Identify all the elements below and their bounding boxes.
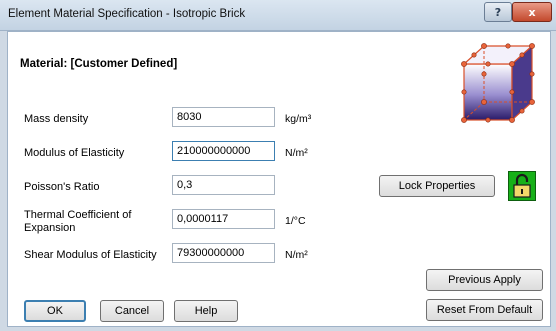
title-bar[interactable]: Element Material Specification - Isotrop… (0, 0, 556, 31)
shear-modulus-label: Shear Modulus of Elasticity (24, 249, 157, 261)
previous-apply-button[interactable]: Previous Apply (426, 269, 543, 291)
cancel-button[interactable]: Cancel (100, 300, 164, 322)
title-help-button[interactable]: ? (484, 2, 512, 22)
modulus-elasticity-label: Modulus of Elasticity (24, 147, 125, 159)
ok-button[interactable]: OK (24, 300, 86, 322)
mass-density-label: Mass density (24, 113, 89, 125)
dialog-body: Material: [Customer Defined] Mass densit… (7, 31, 551, 327)
brick-element-graphic (461, 43, 535, 123)
modulus-elasticity-input[interactable]: 210000000000 (172, 141, 275, 161)
thermal-coefficient-label: Thermal Coefficient of Expansion (24, 209, 132, 234)
shear-modulus-input[interactable]: 79300000000 (172, 243, 275, 263)
shear-modulus-unit: N/m² (285, 249, 308, 261)
window-title: Element Material Specification - Isotrop… (8, 8, 246, 20)
reset-from-default-button[interactable]: Reset From Default (426, 299, 543, 321)
thermal-coefficient-unit: 1/°C (285, 215, 306, 227)
mass-density-input[interactable]: 8030 (172, 107, 275, 127)
lock-properties-button[interactable]: Lock Properties (379, 175, 495, 197)
poissons-ratio-input[interactable]: 0,3 (172, 175, 275, 195)
brick-element-icon (458, 40, 538, 126)
thermal-coefficient-input[interactable]: 0,0000117 (172, 209, 275, 229)
poissons-ratio-label: Poisson's Ratio (24, 181, 100, 193)
modulus-elasticity-unit: N/m² (285, 147, 308, 159)
mass-density-unit: kg/m³ (285, 113, 312, 125)
padlock-icon[interactable] (508, 171, 536, 201)
padlock-graphic (513, 173, 531, 198)
material-label: Material: [Customer Defined] (20, 58, 178, 70)
close-button[interactable]: x (512, 2, 552, 22)
help-button[interactable]: Help (174, 300, 238, 322)
